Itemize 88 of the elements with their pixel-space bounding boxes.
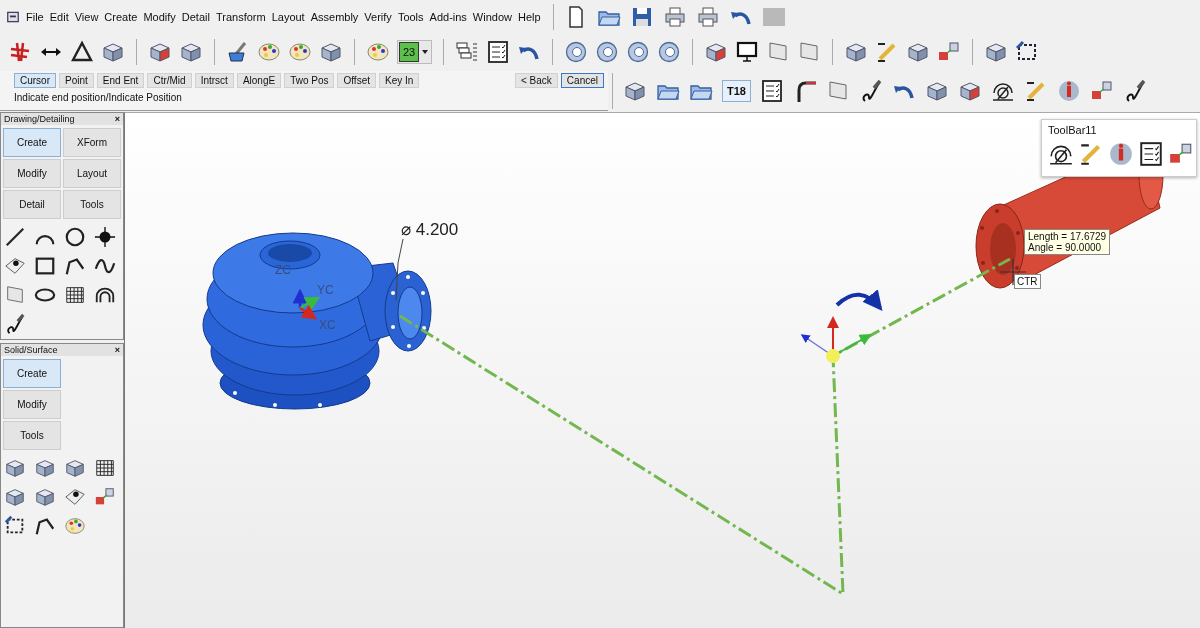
cube-icon[interactable] <box>4 486 26 508</box>
snap-mode-button[interactable]: Offset <box>337 73 376 88</box>
menu-item[interactable]: Add-ins <box>429 11 467 23</box>
palette-icon[interactable] <box>288 40 312 64</box>
rotate-arrow-icon[interactable] <box>835 289 883 311</box>
back-button[interactable]: < Back <box>515 73 558 88</box>
mesh-icon[interactable] <box>94 457 116 479</box>
toolbar-button[interactable]: T18 <box>722 80 751 102</box>
snap-mode-button[interactable]: Point <box>59 73 94 88</box>
menu-item[interactable]: Detail <box>181 11 210 23</box>
move-handle-drawing[interactable] <box>800 316 872 363</box>
printer-icon[interactable] <box>662 5 687 29</box>
window-icon[interactable] <box>6 10 20 24</box>
tooltip-text: Length = 17.6729 <box>1028 231 1107 242</box>
menu-item[interactable]: Transform <box>215 11 266 23</box>
surface-icon[interactable] <box>4 255 26 277</box>
menu-item[interactable]: Layout <box>271 11 305 23</box>
snap-mode-button[interactable]: Cursor <box>14 73 56 88</box>
toolbar-title: ToolBar11 <box>1048 124 1098 136</box>
line-icon[interactable] <box>4 226 26 248</box>
menu-item[interactable]: Create <box>104 11 138 23</box>
menu-item[interactable]: Tools <box>397 11 424 23</box>
point-icon[interactable] <box>94 226 116 248</box>
menu-item[interactable]: Assembly <box>310 11 359 23</box>
cube-icon[interactable] <box>34 486 56 508</box>
menu-item[interactable]: Window <box>472 11 512 23</box>
snap-mode-button[interactable]: Intrsct <box>194 73 234 88</box>
stacked-list-icon[interactable] <box>455 40 480 64</box>
menu-item[interactable]: Modify <box>143 11 176 23</box>
surface-icon[interactable] <box>64 486 86 508</box>
snap-mode-button[interactable]: End Ent <box>96 73 145 88</box>
leader-line <box>395 238 404 302</box>
printer-icon[interactable] <box>695 5 720 29</box>
panel-tab-button[interactable]: Modify <box>3 159 61 188</box>
panel-tab-button[interactable]: Create <box>3 359 61 388</box>
axis-label: XC <box>319 318 336 332</box>
panel-tab-button[interactable]: XForm <box>63 128 121 157</box>
checklist-icon[interactable] <box>486 40 511 64</box>
prompt-text: Indicate end position/Indicate Position <box>14 92 183 103</box>
snap-mode-button[interactable]: AlongE <box>236 73 282 88</box>
snap-mode-button[interactable]: Key In <box>379 73 420 88</box>
snap-mode-button[interactable]: Two Pos <box>284 73 335 88</box>
blank-tile-icon[interactable] <box>761 5 786 29</box>
cube-icon[interactable] <box>4 457 26 479</box>
panel-tab-button[interactable]: Detail <box>3 190 61 219</box>
panel-tab-button[interactable]: Create <box>3 128 61 157</box>
palette-icon[interactable] <box>366 40 390 64</box>
panel-tab-button[interactable]: Tools <box>63 190 121 219</box>
ring-icon[interactable] <box>626 40 651 64</box>
menu-item[interactable]: Help <box>518 11 541 23</box>
checklist-icon[interactable] <box>1138 141 1164 167</box>
panel-tab-button[interactable]: Modify <box>3 390 61 419</box>
checklist-icon[interactable] <box>759 79 784 103</box>
close-button[interactable]: × <box>114 114 120 124</box>
monitor-icon[interactable] <box>735 40 760 64</box>
snap-label: CTR <box>1014 274 1041 289</box>
color-dropdown[interactable]: 23 <box>397 40 433 64</box>
rectangle-icon[interactable] <box>34 255 56 277</box>
caret-icon <box>422 50 429 54</box>
crossed-lines-icon[interactable] <box>8 40 32 64</box>
menu-item[interactable]: View <box>74 11 99 23</box>
diameter-dimension: ⌀ 4.200 <box>401 219 459 240</box>
menu-item[interactable]: Edit <box>49 11 69 23</box>
sheet-icon[interactable] <box>4 284 26 306</box>
cube-icon[interactable] <box>64 457 86 479</box>
panel-tab-button[interactable]: Layout <box>63 159 121 188</box>
cancel-button[interactable]: Cancel <box>560 73 604 88</box>
close-button[interactable]: × <box>114 345 120 355</box>
circle-icon[interactable] <box>64 226 86 248</box>
palette-icon[interactable] <box>64 515 86 537</box>
mesh-icon[interactable] <box>64 284 86 306</box>
triangle-icon[interactable] <box>70 40 94 64</box>
snap-mode-button[interactable]: Ctr/Mid <box>147 73 192 88</box>
info-icon[interactable] <box>1056 79 1081 103</box>
axis-label: YC <box>317 283 334 297</box>
menu-item[interactable]: Verify <box>364 11 392 23</box>
panel-title: Drawing/Detailing <box>4 114 75 124</box>
cube-icon[interactable] <box>34 457 56 479</box>
palette-icon[interactable] <box>257 40 281 64</box>
info-icon[interactable] <box>1108 141 1134 167</box>
tooltip-text: Angle = 90.0000 <box>1028 242 1103 253</box>
ring-icon[interactable] <box>657 40 682 64</box>
panel-tab-button[interactable]: Tools <box>3 421 61 450</box>
panel-title: Solid/Surface <box>4 345 58 355</box>
menu-item[interactable]: File <box>26 11 44 23</box>
ring-icon[interactable] <box>595 40 620 64</box>
pen-icon[interactable] <box>4 313 26 335</box>
ring-icon[interactable] <box>564 40 589 64</box>
